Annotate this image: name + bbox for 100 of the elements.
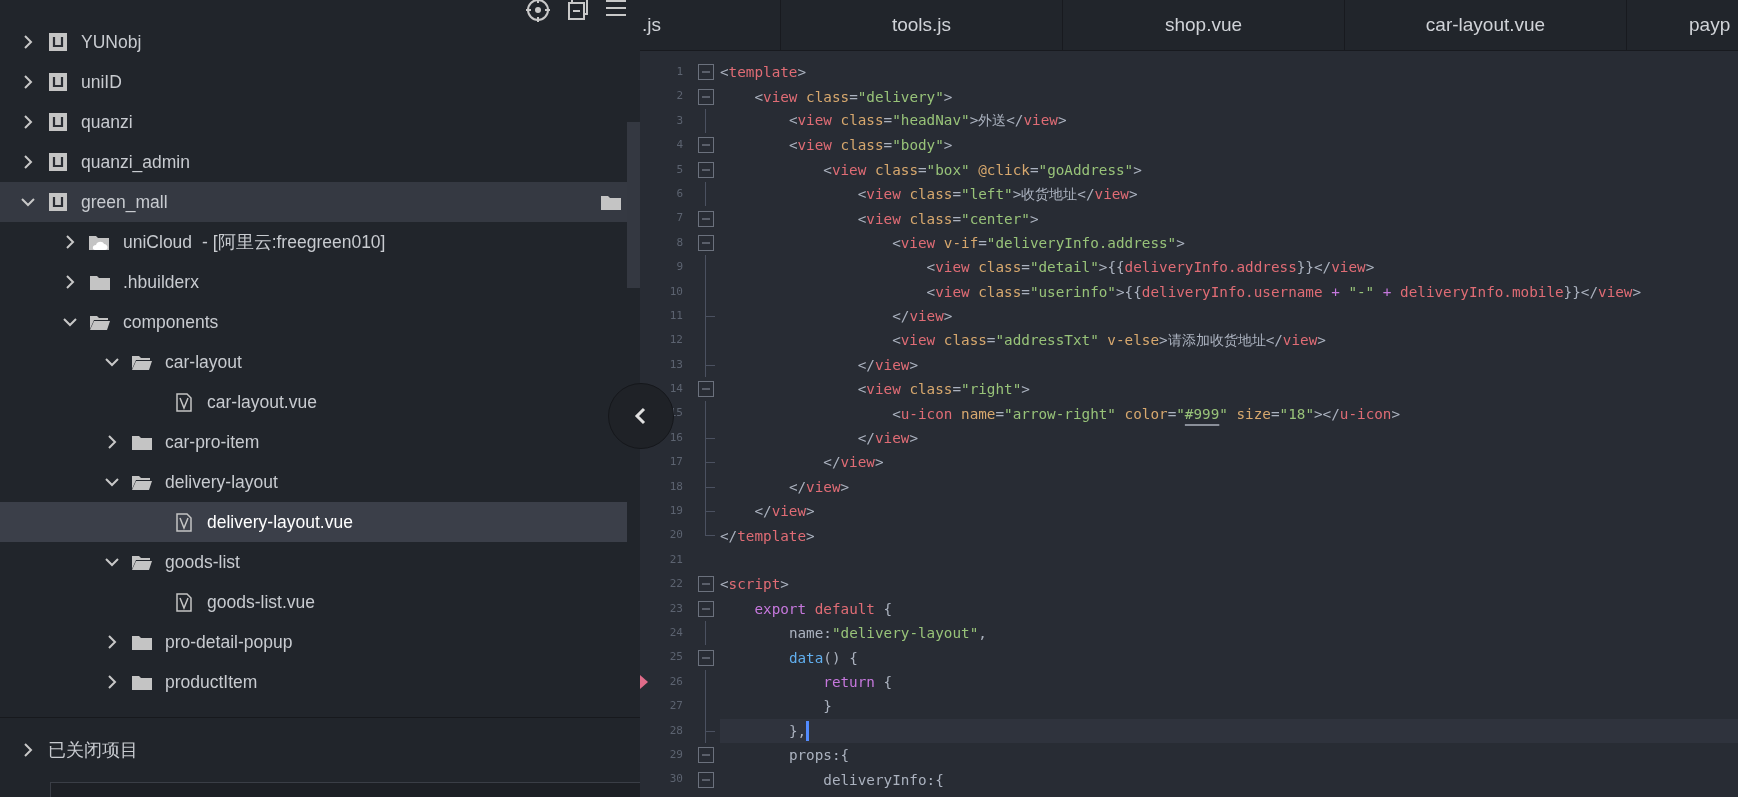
tree-item[interactable]: delivery-layout [0, 462, 600, 502]
code-line: <view class="center"> [857, 210, 1039, 227]
line-number: 29 [668, 746, 683, 763]
line-number: 27 [668, 698, 683, 715]
tree-item[interactable]: car-layout.vue [0, 382, 600, 422]
fold-toggle-icon[interactable] [698, 234, 714, 251]
code-line: <view class="body"> [788, 137, 953, 154]
tree-item[interactable]: quanzi_admin [0, 142, 600, 182]
chevron-down-icon[interactable] [104, 476, 120, 488]
code-line: data() { [788, 649, 858, 666]
line-number: 4 [675, 137, 683, 154]
tree-item[interactable]: YUNobj [0, 22, 600, 62]
tree-item[interactable]: goods-list.vue [0, 582, 600, 622]
chevron-right-icon[interactable] [106, 434, 118, 450]
item-note: - [阿里云:freegreen010] [202, 231, 386, 254]
tree-item[interactable]: pro-detail-popup [0, 622, 600, 662]
project-icon [49, 153, 67, 171]
fold-toggle-icon[interactable] [698, 210, 714, 227]
item-label: delivery-layout.vue [207, 511, 353, 533]
project-icon [49, 33, 67, 51]
tree-item[interactable]: uniID [0, 62, 600, 102]
fold-toggle-icon[interactable] [698, 137, 714, 154]
chevron-right-icon[interactable] [22, 742, 34, 758]
code-line: deliveryInfo:{ [823, 771, 944, 788]
code-line: name:"delivery-layout", [788, 625, 987, 642]
open-folder-icon [132, 354, 152, 370]
item-label: quanzi [81, 111, 133, 133]
code-line: </view> [892, 308, 953, 325]
fold-toggle-icon[interactable] [698, 649, 714, 666]
chevron-down-icon[interactable] [104, 356, 120, 368]
chevron-right-icon[interactable] [22, 154, 34, 170]
closed-projects-item[interactable]: 已关闭项目 [0, 738, 138, 762]
line-number: 30 [668, 771, 683, 788]
project-icon [49, 193, 67, 211]
fold-toggle-icon[interactable] [698, 381, 714, 398]
tree-item[interactable]: car-layout [0, 342, 600, 382]
tree-item[interactable]: car-pro-item [0, 422, 600, 462]
line-number: 6 [675, 185, 683, 202]
chevron-down-icon[interactable] [62, 316, 78, 328]
chevron-right-icon[interactable] [106, 634, 118, 650]
editor-tab[interactable]: shop.vue [1063, 0, 1345, 50]
tree-item[interactable]: green_mall [0, 182, 627, 222]
editor-tab[interactable]: car-layout.vue [1345, 0, 1627, 50]
line-number: 20 [668, 527, 683, 544]
line-number: 23 [668, 600, 683, 617]
folder-icon[interactable] [601, 194, 621, 210]
tree-item[interactable]: uniCloud - [阿里云:freegreen010] [0, 222, 600, 262]
fold-toggle-icon[interactable] [698, 576, 714, 593]
text-field[interactable] [50, 782, 640, 797]
project-icon [49, 73, 67, 91]
file-icon [176, 392, 192, 412]
code-line: <u-icon name="arrow-right" color="#999" size="18"></u-icon> [892, 405, 1401, 422]
line-number: 5 [675, 161, 683, 178]
target-icon[interactable] [526, 0, 550, 22]
editor-tab[interactable]: payp [1627, 0, 1738, 50]
folder-icon [132, 434, 152, 450]
code-line: export default { [754, 600, 893, 617]
fold-toggle-icon[interactable] [698, 771, 714, 788]
tree-item[interactable]: goods-list [0, 542, 600, 582]
line-number: 8 [675, 234, 683, 251]
chevron-right-icon[interactable] [106, 674, 118, 690]
fold-toggle-icon[interactable] [698, 64, 714, 81]
tree-item[interactable]: components [0, 302, 600, 342]
chevron-right-icon[interactable] [64, 274, 76, 290]
code-line: <view class="right"> [857, 381, 1030, 398]
editor-tab[interactable]: tools.js [781, 0, 1063, 50]
line-number: 25 [668, 649, 683, 666]
line-number: 9 [675, 259, 683, 276]
code-line: }, [788, 722, 807, 739]
line-number: 11 [668, 307, 683, 324]
item-label: goods-list.vue [207, 591, 315, 613]
item-label: YUNobj [81, 31, 142, 53]
fold-toggle-icon[interactable] [698, 600, 714, 617]
line-number: 26 [668, 673, 683, 690]
open-folder-icon [132, 554, 152, 570]
file-icon [176, 512, 192, 532]
line-number: 22 [668, 576, 683, 593]
item-label: green_mall [81, 191, 168, 213]
item-label: car-pro-item [165, 431, 260, 453]
chevron-right-icon[interactable] [64, 234, 76, 250]
menu-icon[interactable] [606, 0, 626, 18]
line-number: 1 [675, 64, 683, 80]
tree-item[interactable]: delivery-layout.vue [0, 502, 627, 542]
line-number: 16 [668, 429, 683, 446]
fold-toggle-icon[interactable] [698, 161, 714, 178]
editor-tab[interactable]: .js [640, 0, 781, 50]
tree-item[interactable]: quanzi [0, 102, 600, 142]
tree-item[interactable]: .hbuilderx [0, 262, 600, 302]
project-icon [49, 113, 67, 131]
tree-item[interactable]: productItem [0, 662, 600, 702]
code-line: return { [823, 673, 893, 690]
fold-toggle-icon[interactable] [698, 88, 714, 105]
item-label: components [123, 311, 219, 333]
chevron-right-icon[interactable] [22, 34, 34, 50]
chevron-right-icon[interactable] [22, 114, 34, 130]
fold-toggle-icon[interactable] [698, 747, 714, 764]
chevron-right-icon[interactable] [22, 74, 34, 90]
chevron-down-icon[interactable] [104, 556, 120, 568]
collapse-all-icon[interactable] [568, 0, 588, 20]
chevron-down-icon[interactable] [20, 196, 36, 208]
